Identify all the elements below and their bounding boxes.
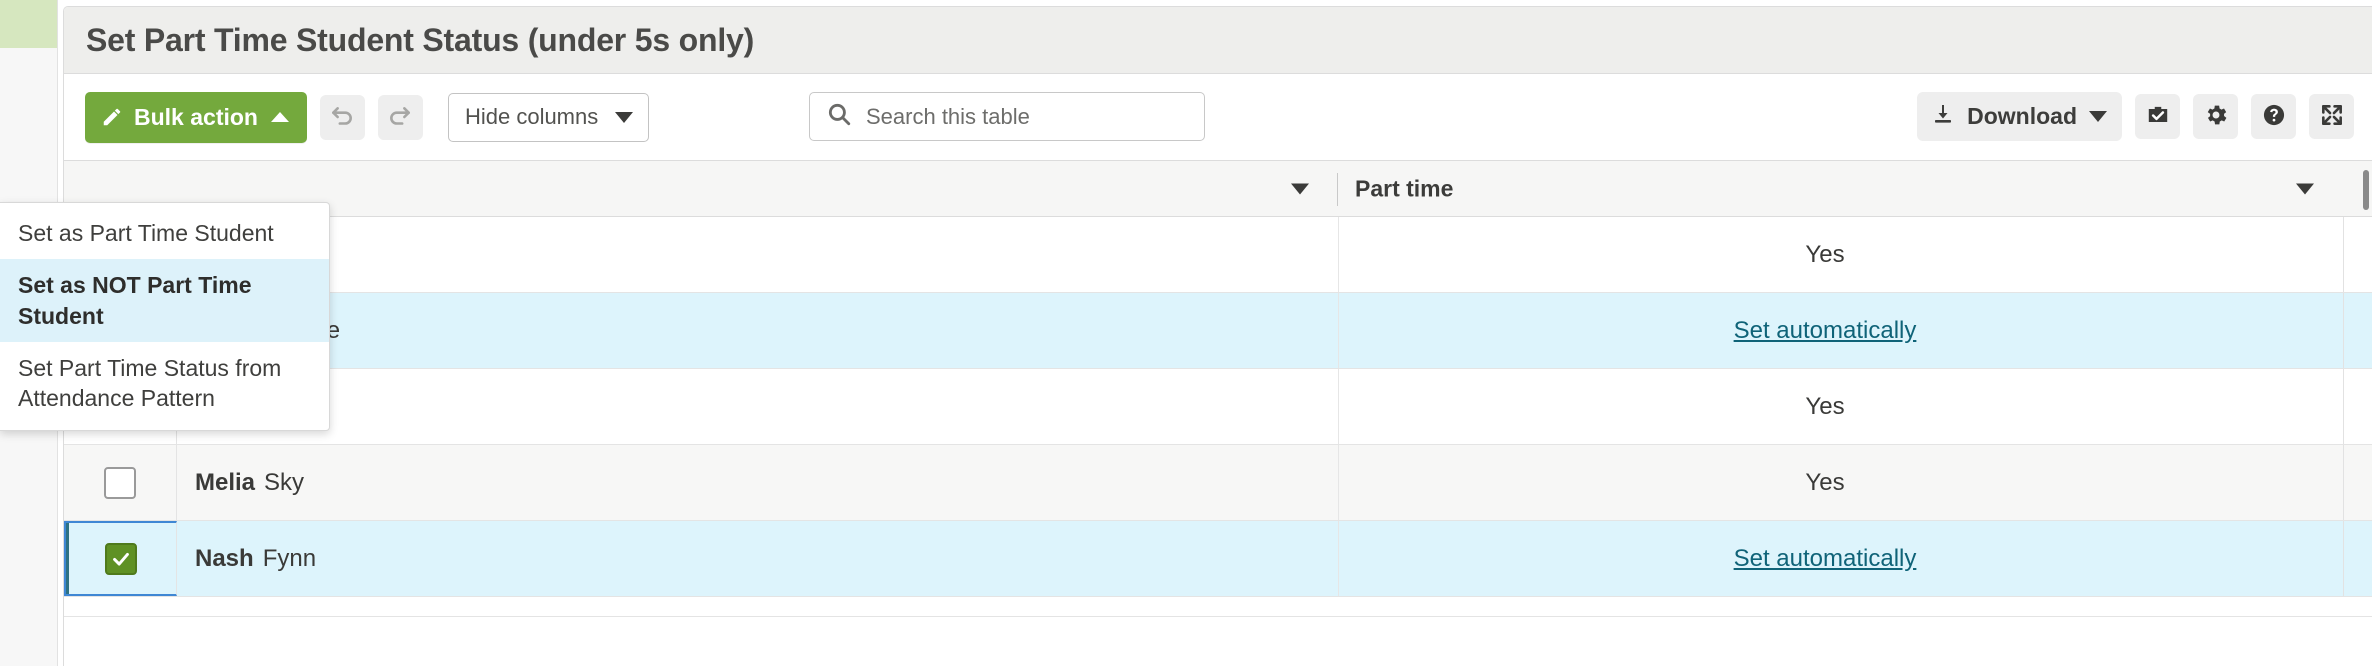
row-part-time-value: Set automatically bbox=[1355, 545, 2295, 573]
hide-columns-button[interactable]: Hide columns bbox=[448, 93, 649, 142]
toolbar-right-cluster: Download bbox=[1917, 92, 2354, 141]
table-card: Set Part Time Student Status (under 5s o… bbox=[63, 6, 2372, 666]
cell-divider bbox=[2343, 217, 2344, 292]
download-label: Download bbox=[1967, 103, 2077, 130]
row-last-name: Melia bbox=[195, 469, 255, 496]
menu-item-set-part-time[interactable]: Set as Part Time Student bbox=[0, 207, 329, 259]
fullscreen-button[interactable] bbox=[2309, 94, 2354, 139]
search-box[interactable] bbox=[809, 92, 1205, 141]
cell-divider bbox=[2343, 369, 2344, 444]
row-checkbox[interactable] bbox=[105, 543, 137, 575]
table-row[interactable]: KeithEileen Yes bbox=[64, 369, 2372, 445]
cell-divider bbox=[1338, 445, 1339, 520]
checkbox-select-icon bbox=[2145, 102, 2171, 131]
column-header-part-time[interactable]: Part time bbox=[1355, 175, 1453, 202]
settings-button[interactable] bbox=[2193, 94, 2238, 139]
cell-divider bbox=[1338, 369, 1339, 444]
chevron-down-icon bbox=[615, 112, 633, 123]
row-part-time-value: Yes bbox=[1355, 393, 2295, 421]
table-row[interactable]: Yes bbox=[64, 217, 2372, 293]
page-title: Set Part Time Student Status (under 5s o… bbox=[86, 22, 754, 59]
table-row[interactable]: Melia Sky Yes bbox=[64, 445, 2372, 521]
undo-icon bbox=[329, 104, 355, 130]
hide-columns-label: Hide columns bbox=[465, 104, 598, 130]
row-part-time-value: Set automatically bbox=[1355, 317, 2295, 345]
help-button[interactable] bbox=[2251, 94, 2296, 139]
select-rows-button[interactable] bbox=[2135, 94, 2180, 139]
data-table: Part time Yes bbox=[64, 160, 2372, 617]
row-part-time-value: Yes bbox=[1355, 241, 2295, 269]
cell-divider bbox=[2343, 445, 2344, 520]
card-header: Set Part Time Student Status (under 5s o… bbox=[64, 7, 2372, 74]
set-automatically-link[interactable]: Set automatically bbox=[1734, 317, 1917, 344]
screen-root: Set Part Time Student Status (under 5s o… bbox=[0, 0, 2372, 666]
row-first-name: Sky bbox=[264, 469, 304, 496]
bulk-action-button[interactable]: Bulk action bbox=[85, 92, 307, 143]
horizontal-scrollbar-thumb[interactable] bbox=[2363, 170, 2369, 210]
cell-divider bbox=[1338, 293, 1339, 368]
set-automatically-link[interactable]: Set automatically bbox=[1734, 545, 1917, 572]
bulk-action-label: Bulk action bbox=[134, 104, 258, 131]
question-circle-icon bbox=[2261, 102, 2287, 131]
undo-button[interactable] bbox=[320, 95, 365, 140]
table-toolbar: Bulk action bbox=[64, 74, 2372, 160]
column-menu-caret-name-icon[interactable] bbox=[1291, 183, 1309, 194]
row-last-name: Nash bbox=[195, 545, 254, 572]
redo-icon bbox=[387, 104, 413, 130]
row-first-name: Fynn bbox=[263, 545, 316, 572]
cell-divider bbox=[2343, 521, 2344, 596]
search-icon bbox=[826, 101, 852, 132]
table-row[interactable]: Nash Fynn Set automatically bbox=[64, 521, 2372, 597]
download-button[interactable]: Download bbox=[1917, 92, 2122, 141]
download-icon bbox=[1931, 102, 1955, 132]
chevron-down-icon bbox=[2089, 111, 2107, 122]
chevron-up-icon bbox=[271, 112, 289, 122]
row-name: Nash Fynn bbox=[195, 545, 316, 573]
column-menu-caret-part-time-icon[interactable] bbox=[2296, 183, 2314, 194]
pencil-icon bbox=[101, 106, 123, 128]
row-name: Melia Sky bbox=[195, 469, 304, 497]
cell-divider bbox=[2343, 293, 2344, 368]
table-header-row: Part time bbox=[64, 160, 2372, 217]
row-checkbox[interactable] bbox=[104, 467, 136, 499]
menu-item-set-not-part-time[interactable]: Set as NOT Part Time Student bbox=[0, 259, 329, 342]
bulk-action-menu: Set as Part Time Student Set as NOT Part… bbox=[0, 202, 330, 431]
redo-button[interactable] bbox=[378, 95, 423, 140]
table-row[interactable]: JonesStevie Set automatically bbox=[64, 293, 2372, 369]
cell-divider bbox=[1338, 521, 1339, 596]
table-row[interactable] bbox=[64, 597, 2372, 617]
expand-arrows-icon bbox=[2319, 102, 2345, 131]
row-checkbox-cell[interactable] bbox=[64, 445, 177, 520]
row-part-time-value: Yes bbox=[1355, 469, 2295, 497]
cell-divider bbox=[1338, 217, 1339, 292]
row-checkbox-cell[interactable] bbox=[64, 521, 177, 596]
menu-item-set-from-attendance-pattern[interactable]: Set Part Time Status from Attendance Pat… bbox=[0, 342, 329, 425]
gear-icon bbox=[2203, 102, 2229, 131]
column-divider bbox=[1337, 173, 1338, 206]
sidebar-active-indicator bbox=[0, 0, 57, 48]
search-input[interactable] bbox=[866, 93, 1166, 140]
